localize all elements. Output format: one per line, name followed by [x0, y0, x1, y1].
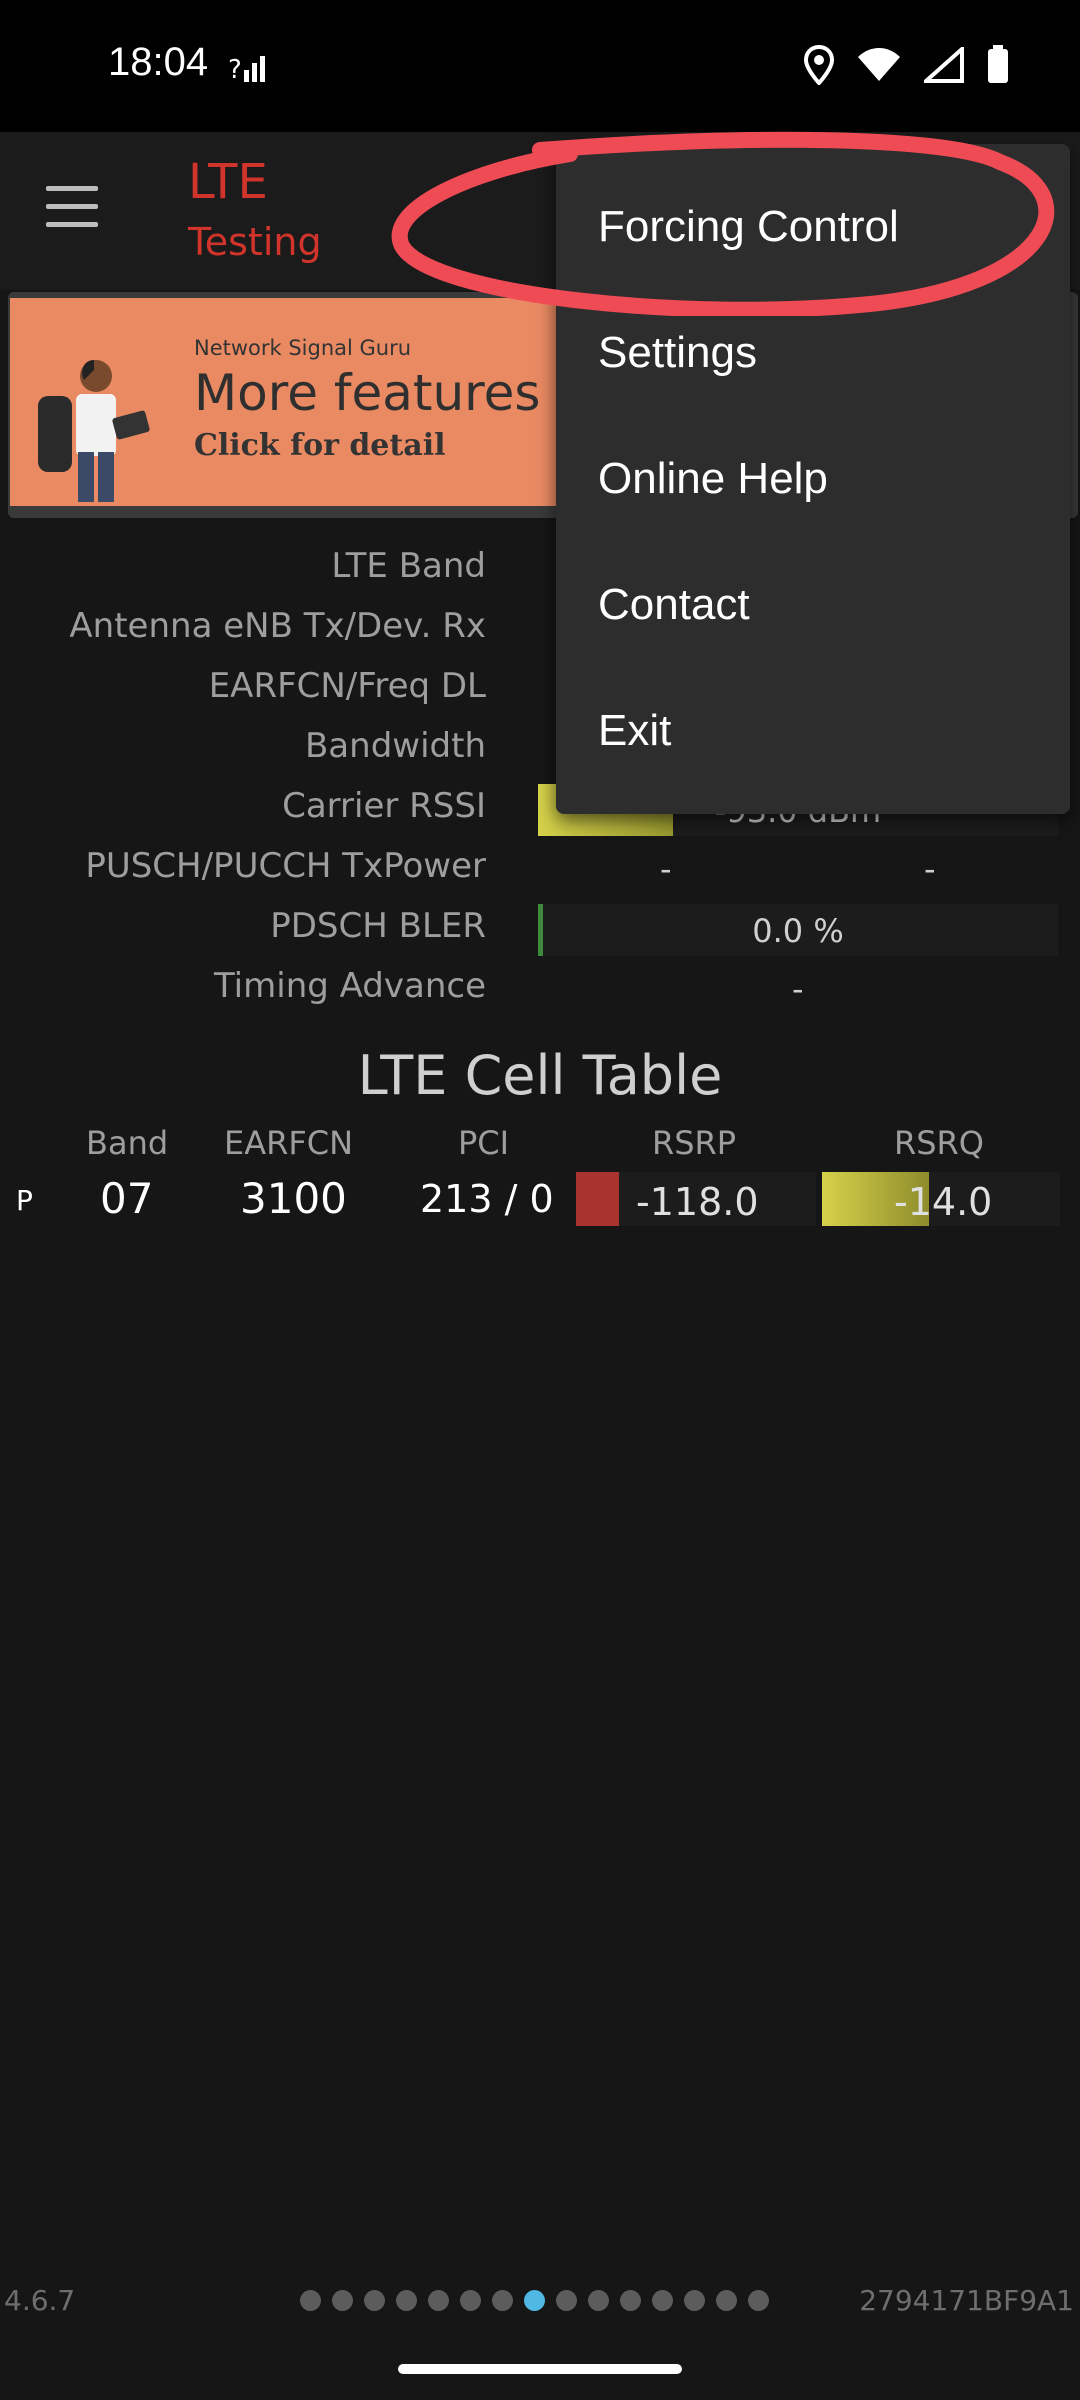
person-illustration [38, 360, 150, 502]
cell-table-header: Band EARFCN PCI RSRP RSRQ [0, 1124, 1080, 1168]
cell-band: 07 [100, 1174, 154, 1223]
pusch-value: - [660, 850, 672, 888]
rsrp-bar: -118.0 [576, 1172, 816, 1226]
page-dot[interactable] [652, 2290, 673, 2311]
header-rsrp: RSRP [652, 1124, 737, 1162]
page-dot[interactable] [684, 2290, 705, 2311]
timing-advance-value: - [792, 970, 804, 1008]
row-label: Timing Advance [213, 966, 486, 1006]
header-earfcn: EARFCN [224, 1124, 354, 1162]
location-icon [804, 45, 834, 85]
row-pdsch-bler: PDSCH BLER 0.0 % [0, 900, 1080, 960]
menu-item-exit[interactable]: Exit [598, 706, 671, 756]
row-label: LTE Band [331, 546, 486, 586]
page-dot[interactable] [428, 2290, 449, 2311]
page-dot[interactable] [396, 2290, 417, 2311]
svg-text:?: ? [228, 55, 242, 84]
row-label: PDSCH BLER [270, 906, 486, 946]
row-tx-power: PUSCH/PUCCH TxPower - - [0, 840, 1080, 900]
app-title: LTE [188, 154, 268, 210]
row-label: EARFCN/Freq DL [208, 666, 486, 706]
page-dot[interactable] [716, 2290, 737, 2311]
row-timing-advance: Timing Advance - [0, 960, 1080, 1020]
menu-item-contact[interactable]: Contact [598, 580, 750, 630]
row-label: Antenna eNB Tx/Dev. Rx [69, 606, 486, 646]
header-rsrq: RSRQ [894, 1124, 984, 1162]
bler-bar: 0.0 % [538, 904, 1058, 956]
page-dot[interactable] [588, 2290, 609, 2311]
menu-item-online-help[interactable]: Online Help [598, 454, 828, 504]
status-icons [804, 40, 1010, 90]
row-label: Carrier RSSI [282, 786, 486, 826]
app-subtitle: Testing [188, 220, 322, 264]
wifi-icon [858, 48, 900, 81]
device-id: 2794171BF9A1 [859, 2284, 1074, 2317]
menu-item-forcing-control[interactable]: Forcing Control [598, 202, 899, 252]
status-bar: 18:04 ? [0, 0, 1080, 132]
cell-earfcn: 3100 [240, 1174, 347, 1223]
app-version: 4.6.7 [4, 2284, 76, 2317]
menu-item-settings[interactable]: Settings [598, 328, 757, 378]
overflow-menu: Forcing Control Settings Online Help Con… [556, 144, 1070, 814]
page-dot[interactable] [748, 2290, 769, 2311]
page-indicator[interactable] [300, 2290, 769, 2311]
table-row: P 07 3100 213 / 0 -118.0 -14.0 [0, 1168, 1080, 1228]
page-dot[interactable] [524, 2290, 545, 2311]
rsrq-bar: -14.0 [822, 1172, 1060, 1226]
status-time: 18:04 [108, 40, 209, 84]
banner-brand: Network Signal Guru [194, 336, 412, 360]
cell-rsrp: -118.0 [636, 1180, 759, 1224]
page-dot[interactable] [332, 2290, 353, 2311]
header-pci: PCI [458, 1124, 510, 1162]
home-indicator[interactable] [398, 2364, 682, 2374]
page-dot[interactable] [620, 2290, 641, 2311]
cell-rsrq: -14.0 [894, 1180, 993, 1224]
page-dot[interactable] [556, 2290, 577, 2311]
row-label: Bandwidth [304, 726, 486, 766]
page-dot[interactable] [460, 2290, 481, 2311]
cell-pci: 213 / 0 [420, 1177, 554, 1221]
menu-icon[interactable] [46, 186, 98, 230]
rsrp-bar-fill [576, 1172, 620, 1226]
cellular-icon [924, 47, 964, 83]
page-dot[interactable] [492, 2290, 513, 2311]
page-dot[interactable] [300, 2290, 321, 2311]
cell-table-title: LTE Cell Table [357, 1044, 723, 1107]
bler-value: 0.0 % [752, 912, 844, 950]
pucch-value: - [924, 850, 936, 888]
row-label: PUSCH/PUCCH TxPower [85, 846, 486, 886]
page-dot[interactable] [364, 2290, 385, 2311]
battery-icon [988, 45, 1008, 83]
signal-icon: ? [228, 55, 265, 84]
header-band: Band [86, 1124, 169, 1162]
cell-type: P [16, 1184, 33, 1217]
banner-cta: Click for detail [194, 428, 446, 463]
